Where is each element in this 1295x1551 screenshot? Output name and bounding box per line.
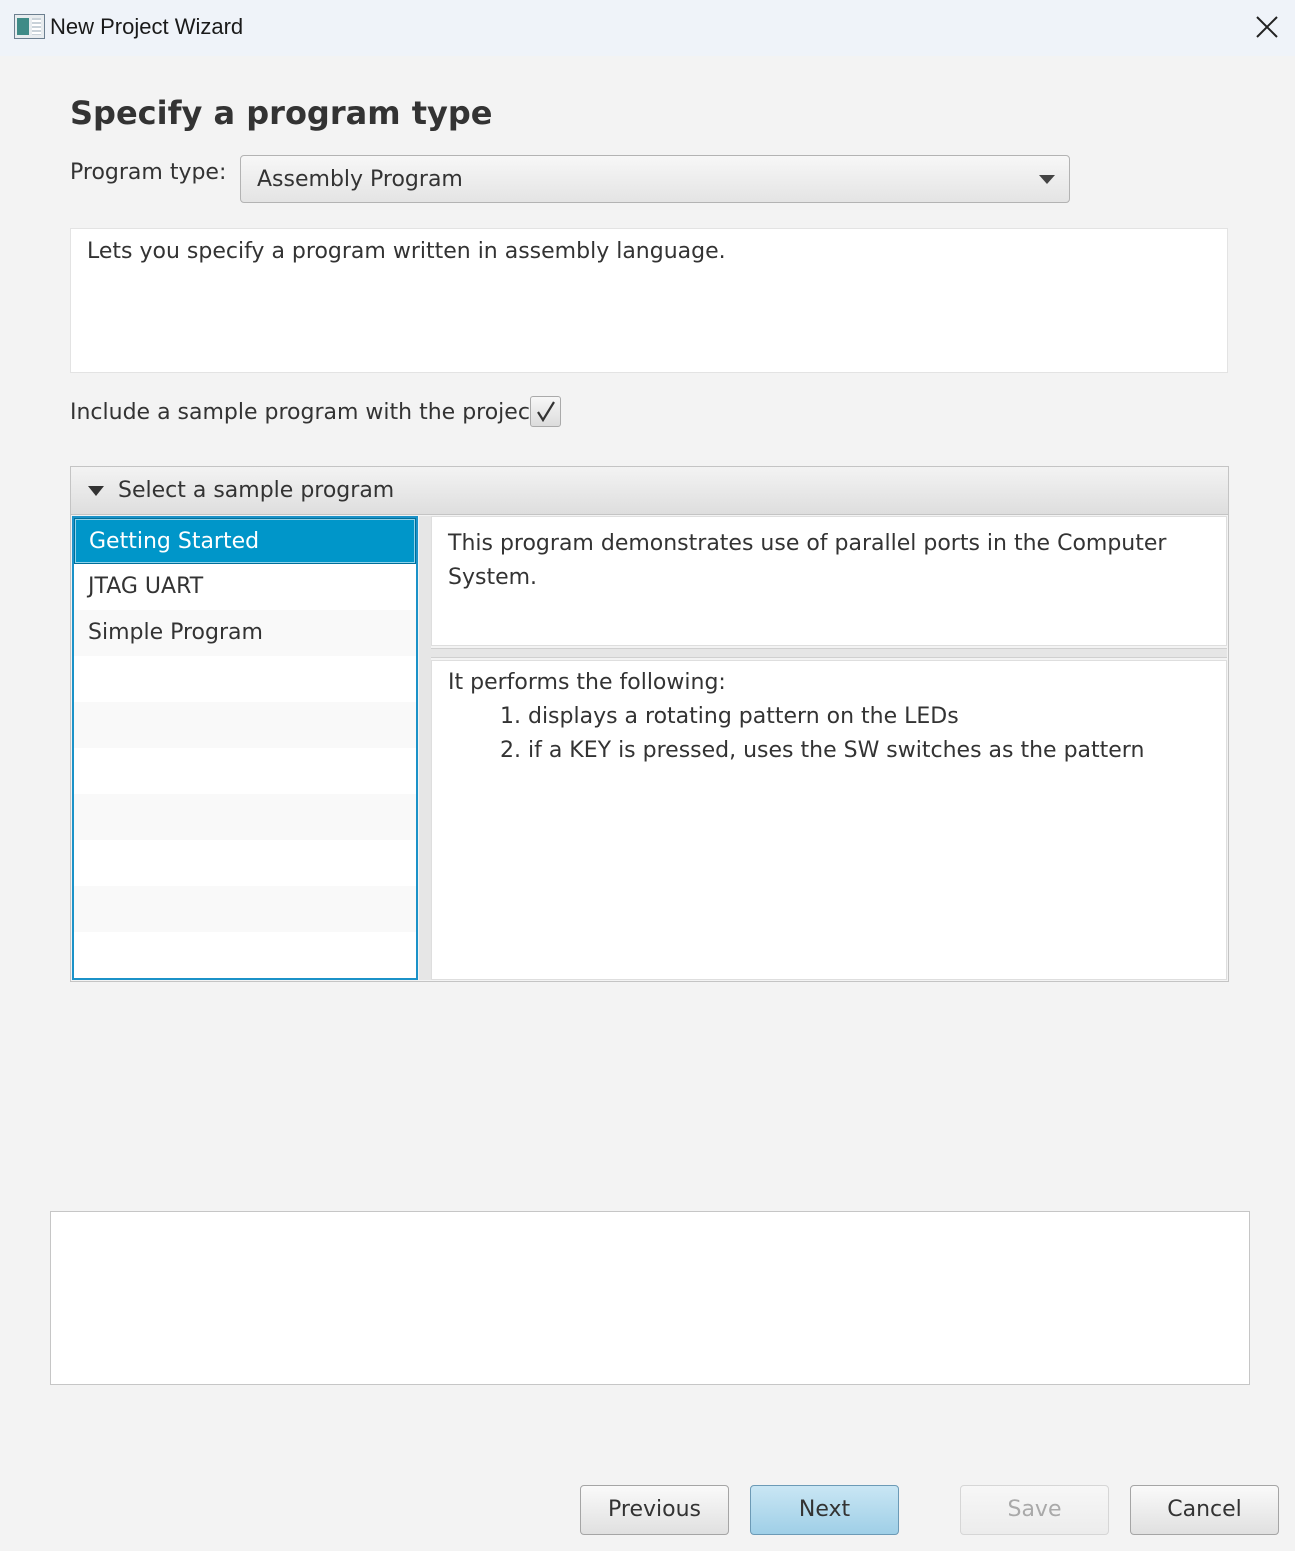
sample-program-pane: Select a sample program Getting Started … bbox=[70, 466, 1229, 982]
list-item-empty bbox=[74, 748, 416, 794]
app-window-icon bbox=[14, 14, 45, 39]
list-item-label: Simple Program bbox=[88, 620, 263, 645]
close-icon[interactable] bbox=[1252, 12, 1282, 42]
list-item-label: Getting Started bbox=[89, 529, 260, 554]
save-button[interactable]: Save bbox=[960, 1485, 1109, 1535]
split-pane-divider[interactable] bbox=[419, 516, 431, 980]
list-item-empty bbox=[74, 886, 416, 932]
list-item-label: JTAG UART bbox=[88, 574, 204, 599]
sample-program-pane-header[interactable]: Select a sample program bbox=[71, 467, 1228, 515]
list-item-empty bbox=[74, 932, 416, 978]
message-area bbox=[50, 1211, 1250, 1385]
chevron-down-icon bbox=[1039, 175, 1055, 184]
list-item-empty bbox=[74, 656, 416, 702]
sample-summary-area: This program demonstrates use of paralle… bbox=[431, 516, 1227, 646]
sample-details-step: 1. displays a rotating pattern on the LE… bbox=[500, 704, 959, 729]
sample-details-area: It performs the following: 1. displays a… bbox=[431, 660, 1227, 980]
sample-summary-text: This program demonstrates use of paralle… bbox=[448, 531, 1167, 590]
next-button[interactable]: Next bbox=[750, 1485, 899, 1535]
program-type-description: Lets you specify a program written in as… bbox=[70, 228, 1228, 373]
cancel-button[interactable]: Cancel bbox=[1130, 1485, 1279, 1535]
list-item-empty bbox=[74, 794, 416, 840]
checkmark-icon bbox=[537, 401, 555, 423]
sample-program-pane-title: Select a sample program bbox=[118, 478, 395, 503]
include-sample-label: Include a sample program with the projec… bbox=[70, 400, 539, 425]
page-title: Specify a program type bbox=[70, 94, 493, 132]
sample-details-step: 2. if a KEY is pressed, uses the SW swit… bbox=[500, 738, 1145, 763]
include-sample-checkbox[interactable] bbox=[530, 396, 561, 427]
list-item-empty bbox=[74, 840, 416, 886]
program-type-label: Program type: bbox=[70, 160, 227, 185]
title-bar: New Project Wizard bbox=[0, 0, 1295, 56]
program-type-description-text: Lets you specify a program written in as… bbox=[87, 239, 726, 264]
info-divider[interactable] bbox=[431, 648, 1227, 658]
previous-button[interactable]: Previous bbox=[580, 1485, 729, 1535]
list-item-empty bbox=[74, 702, 416, 748]
sample-program-list[interactable]: Getting Started JTAG UART Simple Program bbox=[72, 516, 418, 980]
program-type-value: Assembly Program bbox=[257, 167, 463, 192]
list-item-jtag-uart[interactable]: JTAG UART bbox=[74, 564, 416, 610]
window-title: New Project Wizard bbox=[50, 14, 244, 39]
sample-details-intro: It performs the following: bbox=[448, 670, 726, 695]
list-item-getting-started[interactable]: Getting Started bbox=[74, 518, 416, 564]
list-item-simple-program[interactable]: Simple Program bbox=[74, 610, 416, 656]
program-type-dropdown[interactable]: Assembly Program bbox=[240, 155, 1070, 203]
triangle-down-icon bbox=[88, 486, 104, 496]
